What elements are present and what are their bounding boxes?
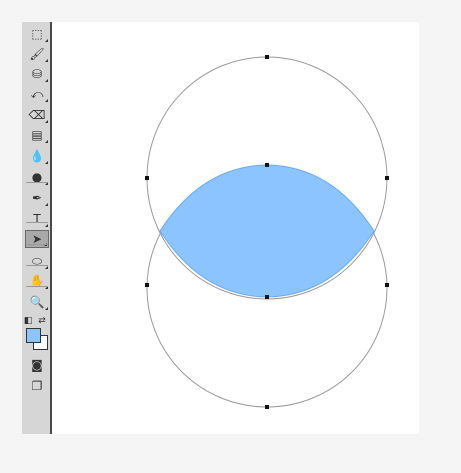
tool-path-selection[interactable]: ➤ (25, 230, 49, 248)
flyout-indicator (45, 39, 48, 42)
flyout-indicator (45, 120, 48, 123)
anchor-point[interactable] (265, 295, 269, 299)
brush-icon: 🖌 (29, 47, 45, 61)
canvas-artwork (145, 55, 389, 409)
tool-dodge[interactable]: ● (25, 168, 49, 186)
tool-type[interactable]: T (25, 210, 49, 228)
intersection-shape[interactable] (159, 164, 375, 298)
toolbar-separator (26, 286, 48, 287)
toolbar-separator (26, 244, 48, 245)
tool-brush[interactable]: 🖌 (25, 45, 49, 63)
tools-panel: ⬚ 🖌 ⛁ ⤺ ⌫ ▤ 💧 ● ✒ T ➤ ⬭ ✋ 🔍 ◧ ⇄ ◙ ❐ (22, 22, 52, 434)
clone-stamp-icon: ⛁ (31, 67, 43, 81)
flyout-indicator (45, 203, 48, 206)
anchor-point[interactable] (385, 176, 389, 180)
tool-pen[interactable]: ✒ (25, 189, 49, 207)
anchor-point[interactable] (385, 283, 389, 287)
anchor-point[interactable] (145, 176, 149, 180)
document-canvas[interactable] (52, 22, 419, 434)
anchor-point[interactable] (265, 55, 269, 59)
anchor-point[interactable] (145, 283, 149, 287)
foreground-color-swatch[interactable] (26, 328, 41, 343)
flyout-indicator (45, 79, 48, 82)
quick-mask-icon: ◙ (31, 358, 43, 372)
zoom-icon: 🔍 (29, 295, 45, 309)
tool-stamp[interactable]: ⛁ (25, 65, 49, 83)
screen-mode-icon: ❐ (31, 379, 43, 393)
pen-icon: ✒ (31, 191, 43, 205)
tool-zoom[interactable]: 🔍 (25, 293, 49, 311)
blur-icon: 💧 (29, 149, 45, 163)
toolbar-separator (26, 265, 48, 266)
marquee-icon: ⬚ (31, 27, 43, 41)
tool-eraser[interactable]: ⌫ (25, 106, 49, 124)
type-icon: T (33, 212, 41, 226)
editor-window: ⬚ 🖌 ⛁ ⤺ ⌫ ▤ 💧 ● ✒ T ➤ ⬭ ✋ 🔍 ◧ ⇄ ◙ ❐ (22, 22, 419, 434)
flyout-indicator (45, 99, 48, 102)
anchor-point[interactable] (265, 163, 269, 167)
flyout-indicator (45, 307, 48, 310)
anchor-point[interactable] (265, 405, 269, 409)
gradient-icon: ▤ (31, 128, 43, 142)
tool-quick-mask[interactable]: ◙ (25, 356, 49, 374)
tool-hand[interactable]: ✋ (25, 272, 49, 290)
history-brush-icon: ⤺ (30, 87, 44, 101)
tool-marquee[interactable]: ⬚ (25, 25, 49, 43)
tool-ellipse[interactable]: ⬭ (25, 252, 49, 270)
tool-screen-mode[interactable]: ❐ (25, 377, 49, 395)
eraser-icon: ⌫ (28, 108, 46, 122)
flyout-indicator (45, 266, 48, 269)
flyout-indicator (45, 59, 48, 62)
flyout-indicator (45, 161, 48, 164)
flyout-indicator (45, 140, 48, 143)
tool-gradient[interactable]: ▤ (25, 126, 49, 144)
tool-blur[interactable]: 💧 (25, 147, 49, 165)
toolbar-separator (26, 222, 48, 223)
flyout-indicator (45, 224, 48, 227)
toolbar-separator (26, 182, 48, 183)
tool-history-brush[interactable]: ⤺ (25, 85, 49, 103)
